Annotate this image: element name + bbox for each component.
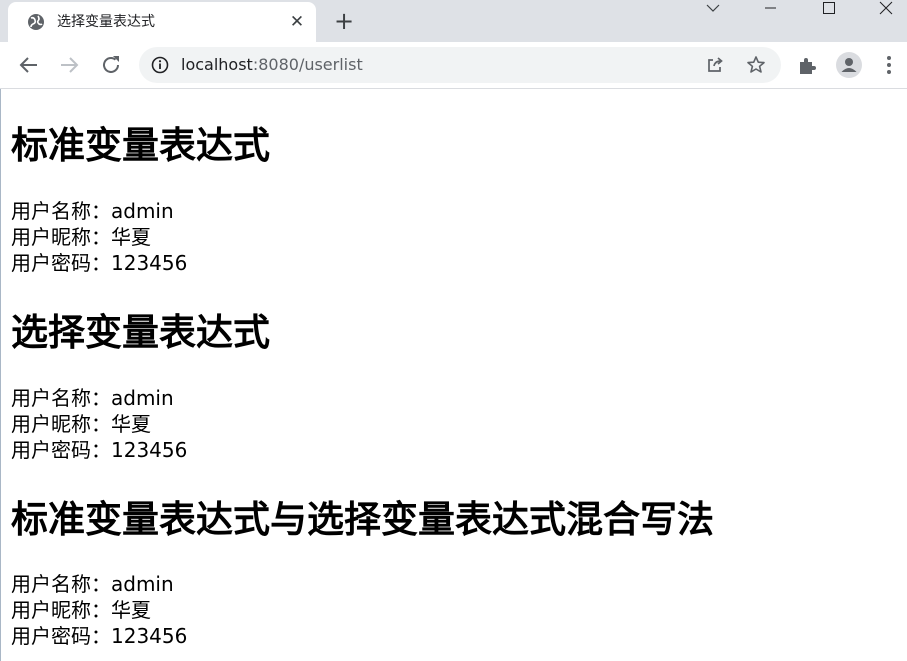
info-icon[interactable] [151, 56, 169, 74]
toolbar: localhost:8080/userlist [0, 42, 907, 88]
plus-icon[interactable]: + [330, 7, 358, 35]
url-host: localhost [181, 55, 253, 74]
url-text[interactable]: localhost:8080/userlist [181, 55, 363, 75]
globe-icon [28, 14, 44, 30]
info-nickname: 用户昵称：华夏 [11, 225, 151, 249]
arrow-left-icon[interactable] [17, 53, 41, 77]
window-edge [0, 89, 1, 661]
reload-icon[interactable] [99, 53, 123, 77]
info-password: 用户密码：123456 [11, 438, 188, 462]
avatar-icon[interactable] [836, 52, 862, 78]
maximize-icon[interactable] [806, 0, 852, 30]
info-password: 用户密码：123456 [11, 251, 188, 275]
info-nickname: 用户昵称：华夏 [11, 598, 151, 622]
close-icon[interactable]: ✕ [287, 12, 307, 32]
minimize-icon[interactable] [747, 0, 793, 30]
section-heading-mixed: 标准变量表达式与选择变量表达式混合写法 [11, 498, 714, 541]
browser-chrome: 选择变量表达式 ✕ + localhost:8080/userlist [0, 0, 907, 89]
arrow-right-icon[interactable] [57, 53, 81, 77]
page-content: 标准变量表达式 用户名称：admin 用户昵称：华夏 用户密码：123456 选… [0, 89, 907, 661]
info-nickname: 用户昵称：华夏 [11, 412, 151, 436]
tab-title: 选择变量表达式 [57, 14, 155, 30]
tab-search-chevron-icon[interactable] [690, 0, 736, 30]
puzzle-icon[interactable] [796, 53, 820, 77]
section-heading-standard: 标准变量表达式 [11, 124, 270, 167]
tab-active[interactable]: 选择变量表达式 ✕ [8, 2, 316, 42]
info-password: 用户密码：123456 [11, 624, 188, 648]
address-bar[interactable]: localhost:8080/userlist [139, 47, 781, 83]
info-username: 用户名称：admin [11, 199, 174, 223]
tab-strip: 选择变量表达式 ✕ + [0, 0, 907, 42]
close-window-icon[interactable] [862, 0, 907, 30]
star-icon[interactable] [746, 55, 766, 75]
info-username: 用户名称：admin [11, 386, 174, 410]
share-icon[interactable] [705, 55, 725, 75]
info-username: 用户名称：admin [11, 572, 174, 596]
section-heading-selection: 选择变量表达式 [11, 311, 270, 354]
url-path: :8080/userlist [252, 55, 363, 74]
kebab-menu-icon[interactable] [877, 53, 901, 77]
